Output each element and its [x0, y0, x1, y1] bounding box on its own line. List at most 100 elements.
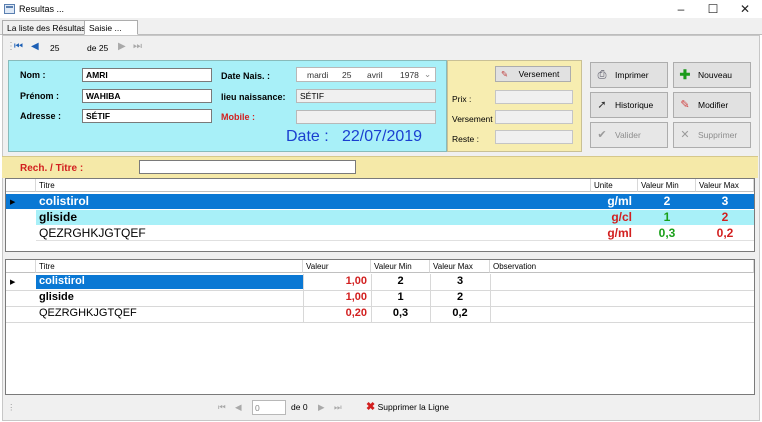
grid1-col-unite[interactable]: Unite: [591, 179, 638, 192]
mobile-label: Mobile :: [221, 112, 255, 122]
minimize-button[interactable]: –: [667, 0, 695, 18]
nom-label: Nom :: [20, 70, 46, 80]
search-bar: [2, 156, 758, 178]
prenom-field[interactable]: WAHIBA: [82, 89, 212, 103]
maximize-button[interactable]: ☐: [699, 0, 727, 18]
mobile-field[interactable]: [296, 110, 436, 124]
grid1-cell-vmax: 2: [721, 210, 729, 224]
adresse-label: Adresse :: [20, 111, 62, 121]
date-naissance-label: Date Nais. :: [221, 71, 271, 81]
search-label: Rech. / Titre :: [20, 163, 84, 174]
row-divider: [6, 290, 754, 291]
grid1-col-vmin[interactable]: Valeur Min: [638, 179, 696, 192]
search-input[interactable]: [139, 160, 356, 174]
grid1-cell-titre: colistirol: [39, 194, 90, 208]
date-naissance-day: mardi: [307, 70, 329, 80]
date-naissance-year: 1978: [400, 70, 419, 80]
grid2-cell-titre: colistirol: [39, 275, 85, 287]
grid2-col-vmax[interactable]: Valeur Max: [430, 260, 490, 273]
col-divider: [430, 274, 431, 322]
date-naissance-month: avril: [367, 70, 383, 80]
grid1-cell-vmin: 2: [663, 194, 671, 208]
grid1-col-vmax[interactable]: Valeur Max: [696, 179, 754, 192]
date-naissance-picker[interactable]: mardi 25 avril 1978 ⌄: [296, 67, 436, 82]
last-row-icon[interactable]: ⏭: [334, 402, 342, 416]
grid2-cell-valeur[interactable]: 1,00: [303, 275, 371, 287]
grid1-col-titre[interactable]: Titre: [36, 179, 591, 192]
valider-button[interactable]: ✔ Valider: [590, 122, 668, 148]
reste-field[interactable]: [495, 130, 573, 144]
versement-button[interactable]: ✎ Versement: [495, 66, 571, 82]
grid2-cell-valeur[interactable]: 0,20: [303, 307, 371, 319]
close-button[interactable]: ✕: [731, 0, 759, 18]
lieu-naissance-label: lieu naissance:: [221, 92, 286, 102]
grip-icon: ⋮: [7, 402, 16, 412]
grid2-col-titre[interactable]: Titre: [36, 260, 303, 273]
grid2-cell-valeur[interactable]: 1,00: [303, 291, 371, 303]
previous-record-icon[interactable]: ◀: [31, 41, 39, 52]
grid1-cell-vmin: 0,3: [658, 226, 676, 240]
grid1-cell-unite: g/cl: [611, 210, 632, 224]
plus-icon: ✚: [679, 67, 691, 82]
analyses-grid: Titre Unite Valeur Min Valeur Max ▶ coli…: [5, 178, 755, 252]
first-record-icon[interactable]: ⏮: [14, 41, 23, 52]
resultats-grid: Titre Valeur Valeur Min Valeur Max Obser…: [5, 259, 755, 395]
versement-label: Versement :: [452, 114, 498, 124]
row-pointer-icon: ▶: [10, 279, 16, 286]
row-divider: [6, 322, 754, 323]
imprimer-button[interactable]: ⎙ Imprimer: [590, 62, 668, 88]
next-row-icon[interactable]: ▶: [318, 402, 325, 416]
grid2-cell-vmin: 1: [397, 291, 404, 303]
grid2-cell-vmax: 2: [456, 291, 464, 303]
delete-x-icon: ✖: [366, 401, 376, 413]
grid1-row-header: [6, 179, 36, 192]
grid2-cell-vmin: 0,3: [392, 307, 409, 319]
next-record-icon[interactable]: ▶: [118, 41, 126, 52]
prenom-label: Prénom :: [20, 91, 60, 101]
supprimer-ligne-button[interactable]: ✖ Supprimer la Ligne: [366, 400, 449, 416]
prix-label: Prix :: [452, 94, 472, 104]
previous-row-icon[interactable]: ◀: [235, 402, 242, 416]
lieu-naissance-field[interactable]: SÉTIF: [296, 89, 436, 103]
delete-x-icon: ✕: [680, 129, 690, 141]
grid1-cell-vmin: 1: [663, 210, 671, 224]
row-count: de 0: [291, 402, 308, 412]
grid2-cell-vmax: 3: [456, 275, 464, 287]
grid2-cell-titre: gliside: [39, 291, 74, 303]
history-icon: ➚: [597, 99, 607, 111]
historique-button[interactable]: ➚ Historique: [590, 92, 668, 118]
last-record-icon[interactable]: ⏭: [133, 41, 142, 52]
grid1-cell-unite: g/ml: [607, 226, 632, 240]
check-icon: ✔: [597, 129, 607, 141]
adresse-field[interactable]: SÉTIF: [82, 109, 212, 123]
grid1-cell-titre: gliside: [39, 210, 78, 224]
nom-field[interactable]: AMRI: [82, 68, 212, 82]
grid2-col-vmin[interactable]: Valeur Min: [371, 260, 430, 273]
chevron-down-icon[interactable]: ⌄: [424, 69, 431, 80]
first-row-icon[interactable]: ⏮: [218, 402, 226, 416]
row-divider: [6, 306, 754, 307]
nouveau-button[interactable]: ✚ Nouveau: [673, 62, 751, 88]
date-label: Date :: [286, 128, 329, 145]
prix-field[interactable]: [495, 90, 573, 104]
col-divider: [303, 274, 304, 322]
grid2-row-header: [6, 260, 36, 273]
row-pointer-icon: ▶: [10, 199, 16, 206]
tab-liste-resultas[interactable]: La liste des Résultas: [2, 20, 91, 35]
date-naissance-num: 25: [342, 70, 352, 80]
app-icon: [4, 4, 15, 14]
versement-field[interactable]: [495, 110, 573, 124]
grid2-col-observation[interactable]: Observation: [490, 260, 754, 273]
record-position-input[interactable]: 25: [50, 43, 80, 55]
window-title: Resultas ...: [19, 4, 65, 14]
title-bar: [0, 0, 762, 18]
row-position-input[interactable]: 0: [252, 400, 286, 415]
col-divider: [490, 274, 491, 322]
printer-icon: ⎙: [597, 69, 607, 81]
grid2-col-valeur[interactable]: Valeur: [303, 260, 371, 273]
supprimer-button[interactable]: ✕ Supprimer: [673, 122, 751, 148]
tab-saisie[interactable]: Saisie ...: [84, 20, 138, 35]
pen-icon: ✎: [501, 69, 509, 79]
modifier-button[interactable]: ✎ Modifier: [673, 92, 751, 118]
grid1-cell-vmax: 0,2: [716, 226, 734, 240]
